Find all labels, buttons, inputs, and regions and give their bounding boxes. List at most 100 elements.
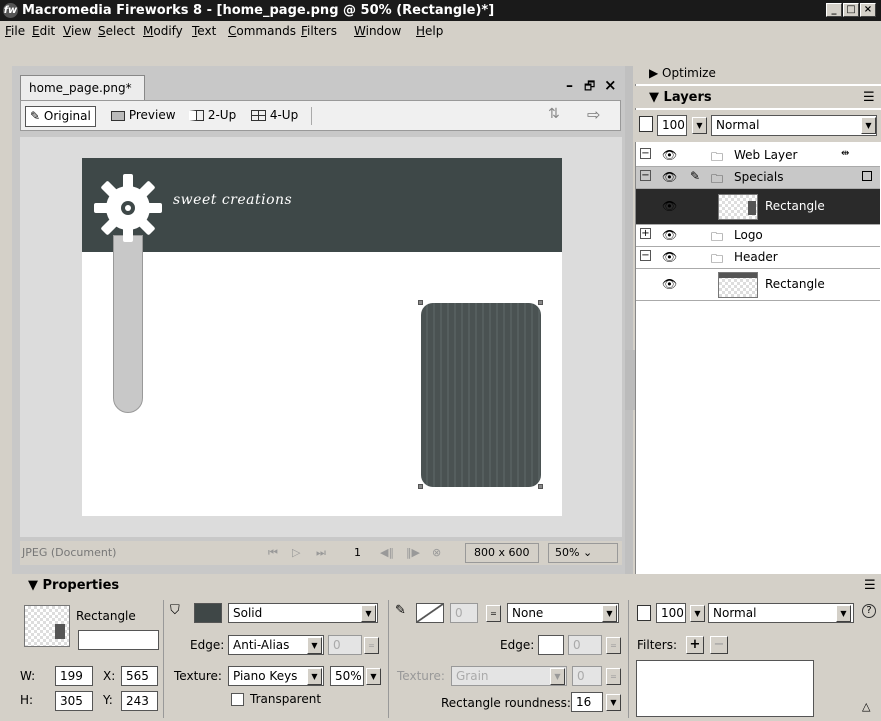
flower-logo-icon[interactable] xyxy=(92,172,164,244)
collapse-icon[interactable]: − xyxy=(640,148,651,159)
eye-icon[interactable]: 👁 xyxy=(662,199,677,213)
layer-row-rectangle-active[interactable]: 👁 Rectangle xyxy=(636,189,880,225)
play-icon[interactable]: ▷ xyxy=(292,546,300,559)
properties-panel-header[interactable]: ▼ Properties ☰ xyxy=(12,575,881,595)
preview-view-button[interactable]: Preview xyxy=(107,106,180,127)
help-icon[interactable]: ? xyxy=(862,604,876,618)
two-up-view-button[interactable]: 2-Up xyxy=(185,106,240,127)
selection-handle[interactable] xyxy=(418,484,423,489)
document-tab[interactable]: home_page.png* xyxy=(20,75,145,100)
last-frame-icon[interactable]: ⏭ xyxy=(316,546,326,560)
stop-icon[interactable]: ⊗ xyxy=(432,546,441,559)
prev-frame-icon[interactable]: ◀‖ xyxy=(380,546,394,559)
object-name-field[interactable] xyxy=(78,630,159,650)
roundness-field[interactable]: 16 xyxy=(571,692,603,712)
menu-window[interactable]: Window xyxy=(354,24,401,38)
fill-type-select[interactable]: Solid xyxy=(228,603,378,623)
chevron-down-icon[interactable]: ▼ xyxy=(836,605,851,622)
doc-restore-button[interactable]: 🗗 xyxy=(584,77,595,98)
chevron-down-icon[interactable]: ▼ xyxy=(606,694,621,711)
eye-icon[interactable]: 👁 xyxy=(662,148,677,162)
eye-icon[interactable]: 👁 xyxy=(662,228,677,242)
collapse-icon[interactable]: − xyxy=(640,250,651,261)
brand-text[interactable]: sweet creations xyxy=(173,192,292,208)
height-label: H: xyxy=(20,693,34,707)
pencil-icon[interactable]: ✎ xyxy=(690,169,700,183)
panel-collapse-splitter[interactable] xyxy=(625,350,635,410)
eye-icon[interactable]: 👁 xyxy=(662,277,677,291)
stroke-color-swatch[interactable] xyxy=(416,603,444,623)
menu-modify[interactable]: Modify xyxy=(143,24,183,38)
menu-edit[interactable]: Edit xyxy=(32,24,55,38)
opacity-slider-button[interactable]: ▼ xyxy=(692,117,707,134)
four-up-view-button[interactable]: 4-Up xyxy=(247,106,302,127)
fill-texture-amount-field[interactable]: 50% xyxy=(330,666,364,686)
object-blend-mode-select[interactable]: Normal xyxy=(708,603,854,623)
eye-icon[interactable]: 👁 xyxy=(662,250,677,264)
layer-row-header[interactable]: − 👁 🗀 Header xyxy=(636,247,880,269)
canvas-size-button[interactable]: 800 x 600 xyxy=(465,543,539,563)
x-field[interactable]: 565 xyxy=(121,666,158,686)
selection-handle[interactable] xyxy=(538,300,543,305)
original-view-button[interactable]: ✎ Original xyxy=(25,106,96,127)
export-icon[interactable]: ⇅ xyxy=(548,106,560,122)
menu-filters[interactable]: Filters xyxy=(301,24,337,38)
chevron-down-icon[interactable]: ▼ xyxy=(861,117,876,134)
minimize-button[interactable]: _ xyxy=(826,3,842,17)
stroke-texture-amount-field: 0 xyxy=(572,666,602,686)
selected-rectangle-shape[interactable] xyxy=(421,303,541,487)
panel-menu-icon[interactable]: ☰ xyxy=(864,578,876,593)
width-field[interactable]: 199 xyxy=(55,666,93,686)
layer-row-specials[interactable]: − 👁 ✎ 🗀 Specials xyxy=(636,167,880,189)
stroke-edge-select[interactable] xyxy=(538,635,564,655)
chevron-down-icon[interactable]: ▼ xyxy=(690,605,705,622)
expand-icon[interactable]: + xyxy=(640,228,651,239)
eye-icon[interactable]: 👁 xyxy=(662,170,677,184)
slider-icon[interactable]: = xyxy=(486,605,501,622)
selection-handle[interactable] xyxy=(538,484,543,489)
blend-mode-value: Normal xyxy=(713,606,757,620)
collapse-panel-icon[interactable]: △ xyxy=(862,700,870,713)
y-field[interactable]: 243 xyxy=(121,691,158,711)
selection-handle[interactable] xyxy=(418,300,423,305)
transparent-checkbox[interactable] xyxy=(231,693,244,706)
chevron-down-icon[interactable]: ▼ xyxy=(602,605,617,622)
slider-icon: = xyxy=(606,668,621,685)
chevron-down-icon[interactable]: ▼ xyxy=(366,668,381,685)
vertical-scrollbar[interactable] xyxy=(625,66,633,574)
chevron-down-icon[interactable]: ▼ xyxy=(307,668,322,685)
menu-select[interactable]: Select xyxy=(98,24,135,38)
layers-panel-header[interactable]: ▼ Layers ☰ xyxy=(635,86,881,108)
lollipop-stick-shape[interactable] xyxy=(113,235,143,413)
first-frame-icon[interactable]: ⏮ xyxy=(268,546,278,560)
layer-opacity-field[interactable]: 100 xyxy=(657,115,687,136)
layer-row-rectangle[interactable]: 👁 Rectangle xyxy=(636,269,880,301)
layer-row-logo[interactable]: + 👁 🗀 Logo xyxy=(636,225,880,247)
height-field[interactable]: 305 xyxy=(55,691,93,711)
next-frame-icon[interactable]: ‖▶ xyxy=(406,546,420,559)
layer-row-web-layer[interactable]: − 👁 🗀 Web Layer ⇹ xyxy=(636,145,880,167)
close-button[interactable]: × xyxy=(860,3,876,17)
menu-file[interactable]: File xyxy=(5,24,25,38)
remove-filter-button[interactable]: − xyxy=(710,636,728,654)
quick-export-icon[interactable]: ⇨ xyxy=(587,105,600,124)
panel-menu-icon[interactable]: ☰ xyxy=(863,90,875,105)
optimize-panel-header[interactable]: ▶ Optimize xyxy=(635,62,881,84)
menu-commands[interactable]: Commands xyxy=(228,24,296,38)
doc-close-button[interactable]: × xyxy=(604,76,617,94)
doc-minimize-button[interactable]: – xyxy=(566,78,573,94)
zoom-dropdown[interactable]: 50% ⌄ xyxy=(548,543,618,563)
menu-text[interactable]: Text xyxy=(192,24,216,38)
collapse-icon[interactable]: − xyxy=(640,170,651,181)
maximize-button[interactable]: □ xyxy=(843,3,859,17)
object-opacity-field[interactable]: 100 xyxy=(656,603,686,623)
menu-view[interactable]: View xyxy=(63,24,91,38)
menu-help[interactable]: Help xyxy=(416,24,443,38)
square-icon[interactable] xyxy=(862,171,872,181)
chevron-down-icon[interactable]: ▼ xyxy=(361,605,376,622)
filters-list[interactable] xyxy=(636,660,814,717)
fill-color-swatch[interactable] xyxy=(194,603,222,623)
layer-blend-mode-select[interactable]: Normal xyxy=(711,115,877,136)
add-filter-button[interactable]: + xyxy=(686,636,704,654)
chevron-down-icon[interactable]: ▼ xyxy=(307,637,322,654)
